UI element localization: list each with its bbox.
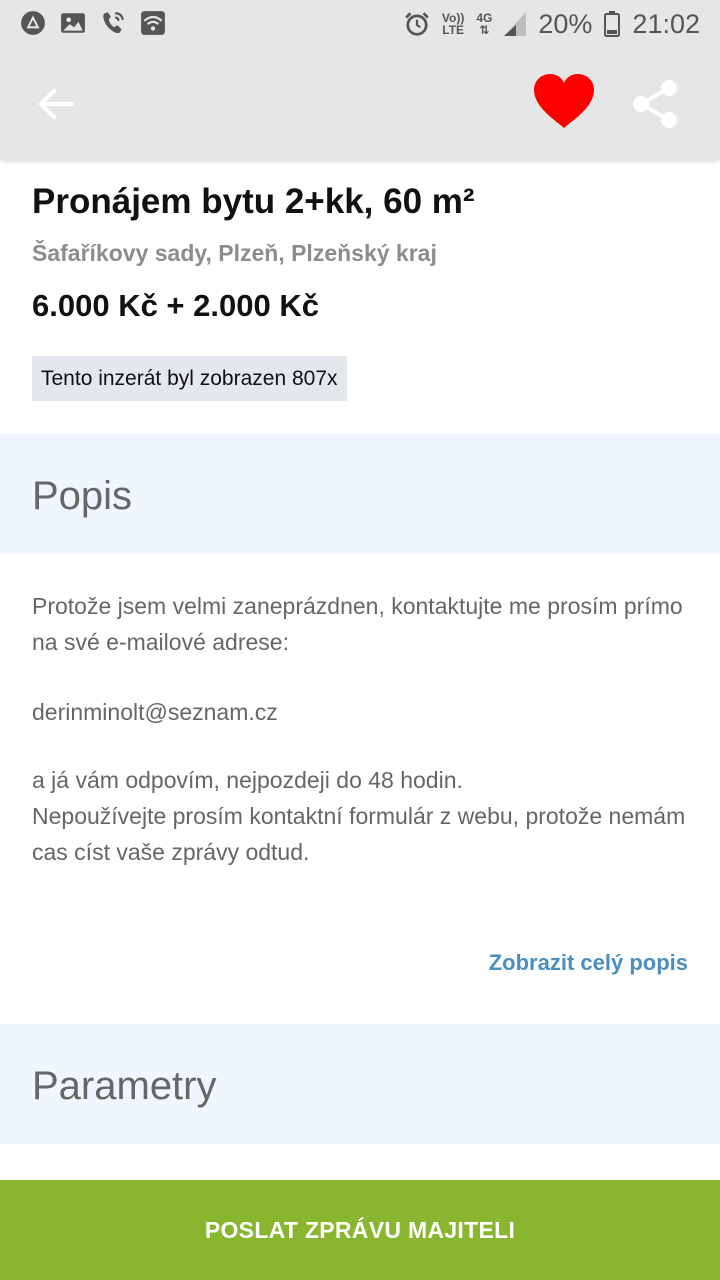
wifi-icon <box>141 11 165 35</box>
notification-icon <box>21 11 45 35</box>
status-bar: Vo)) LTE 4G ⇅ 20% 21:02 <box>0 0 720 48</box>
show-full-description-link[interactable]: Zobrazit celý popis <box>489 950 688 976</box>
network-indicator: 4G ⇅ <box>476 12 492 36</box>
listing-title: Pronájem bytu 2+kk, 60 m² <box>32 182 475 221</box>
image-icon <box>61 13 85 33</box>
send-message-button[interactable]: POSLAT ZPRÁVU MAJITELI <box>0 1180 720 1280</box>
signal-icon <box>504 12 527 36</box>
status-bar-right: Vo)) LTE 4G ⇅ 20% 21:02 <box>404 6 700 42</box>
description-heading: Popis <box>32 474 133 518</box>
description-section-header: Popis <box>0 434 720 554</box>
view-count-badge: Tento inzerát byl zobrazen 807x <box>32 356 347 401</box>
parameters-section-header: Parametry <box>0 1024 720 1144</box>
battery-percent: 20% <box>538 8 593 39</box>
description-paragraph: Protože jsem velmi zaneprázdnen, kontakt… <box>32 593 683 655</box>
listing-price: 6.000 Kč + 2.000 Kč <box>32 288 319 323</box>
data-arrows-icon: ⇅ <box>479 23 490 37</box>
description-line: Nepoužívejte prosím kontaktní formulár z… <box>32 803 686 865</box>
status-bar-left <box>20 10 166 36</box>
heart-icon[interactable] <box>532 72 596 132</box>
battery-icon <box>604 11 621 37</box>
wifi-call-icon <box>103 12 124 34</box>
volte-indicator: Vo)) LTE <box>442 12 464 36</box>
arrow-left-icon[interactable] <box>30 78 82 130</box>
description-email: derinminolt@seznam.cz <box>32 699 278 725</box>
screen: Vo)) LTE 4G ⇅ 20% 21:02 Pronájem bytu 2+… <box>0 0 720 1280</box>
parameters-heading: Parametry <box>32 1064 217 1108</box>
volte-label-bottom: LTE <box>442 23 465 37</box>
share-icon[interactable] <box>628 76 684 132</box>
app-bar <box>0 48 720 160</box>
description-line: a já vám odpovím, nejpozdeji do 48 hodin… <box>32 767 463 793</box>
clock: 21:02 <box>632 8 700 39</box>
description-paragraph-2: a já vám odpovím, nejpozdeji do 48 hodin… <box>32 762 692 870</box>
listing-location: Šafaříkovy sady, Plzeň, Plzeňský kraj <box>32 240 437 266</box>
alarm-icon <box>405 12 429 36</box>
